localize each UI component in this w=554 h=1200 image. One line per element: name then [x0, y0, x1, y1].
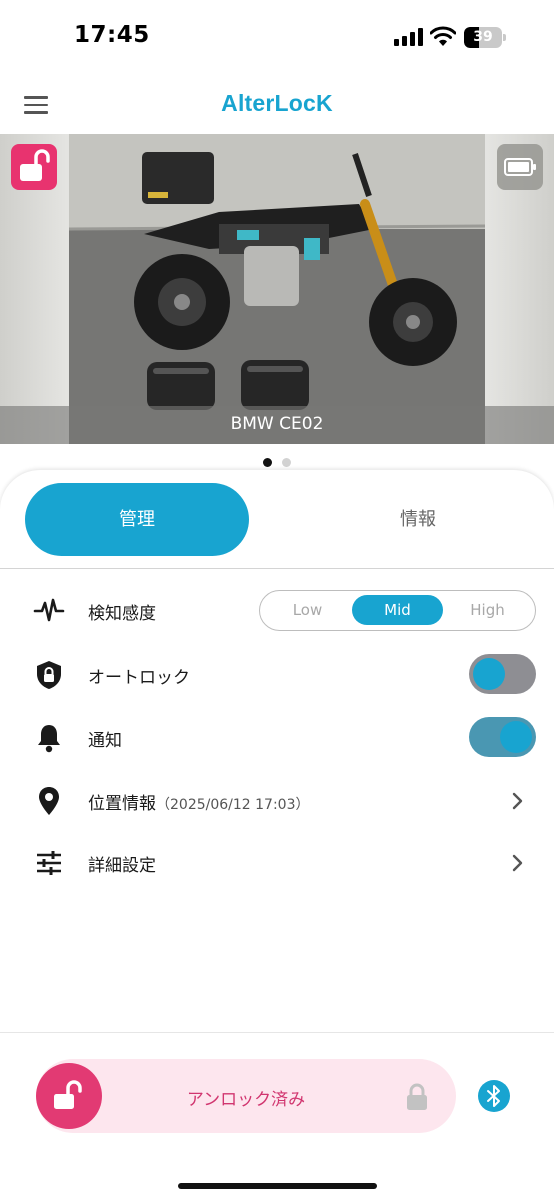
row-advanced-settings[interactable]: 詳細設定: [0, 835, 554, 891]
battery-status-icon: 39: [464, 27, 506, 48]
shield-lock-icon: [33, 659, 65, 691]
notification-toggle[interactable]: [469, 717, 536, 757]
bell-icon: [33, 722, 65, 754]
lock-status-label: アンロック済み: [186, 1090, 306, 1110]
cellular-signal-icon: [394, 28, 424, 46]
vehicle-photo: [69, 134, 485, 444]
sensitivity-label: 検知感度: [88, 604, 156, 624]
home-indicator: [178, 1183, 377, 1189]
divider: [0, 568, 554, 569]
status-bar: 17:45 39: [0, 0, 554, 70]
tab-management[interactable]: 管理: [25, 483, 249, 556]
advanced-settings-label: 詳細設定: [88, 856, 156, 876]
location-title: 位置情報: [88, 794, 156, 814]
row-auto-lock: オートロック: [0, 647, 554, 703]
vehicle-carousel[interactable]: BMW CE02: [0, 134, 554, 444]
row-sensitivity: 検知感度 Low Mid High: [0, 583, 554, 639]
battery-full-icon: [497, 144, 543, 190]
brand-logo: AlterLocK: [221, 90, 333, 116]
battery-percentage: 39: [473, 29, 493, 45]
auto-lock-label: オートロック: [88, 668, 190, 688]
status-time: 17:45: [74, 22, 150, 48]
activity-pulse-icon: [33, 595, 65, 627]
unlocked-padlock-icon[interactable]: [11, 144, 57, 190]
carousel-dot[interactable]: [282, 458, 291, 467]
row-location[interactable]: 位置情報（2025/06/12 17:03）: [0, 773, 554, 829]
sliders-icon: [33, 847, 65, 879]
toggle-knob: [500, 721, 532, 753]
settings-panel: 管理 情報 検知感度 Low Mid High オートロック 通知 位置情報（2…: [0, 470, 554, 1040]
bottom-action-bar: アンロック済み: [0, 1032, 554, 1200]
location-label: 位置情報（2025/06/12 17:03）: [88, 789, 310, 814]
wifi-icon: [429, 25, 457, 47]
bluetooth-icon[interactable]: [478, 1080, 510, 1112]
tab-info[interactable]: 情報: [306, 483, 530, 556]
notification-label: 通知: [88, 731, 122, 751]
padlock-icon: [404, 1083, 430, 1111]
auto-lock-toggle[interactable]: [469, 654, 536, 694]
sensitivity-option-low[interactable]: Low: [262, 595, 353, 625]
sensitivity-option-high[interactable]: High: [442, 595, 533, 625]
chevron-right-icon[interactable]: [510, 791, 526, 811]
vehicle-name: BMW CE02: [230, 414, 324, 434]
location-timestamp: （2025/06/12 17:03）: [156, 797, 310, 813]
app-header: AlterLocK: [0, 70, 554, 134]
chevron-right-icon[interactable]: [510, 853, 526, 873]
row-notification: 通知: [0, 710, 554, 766]
map-pin-icon: [33, 785, 65, 817]
toggle-knob: [473, 658, 505, 690]
carousel-page-indicator[interactable]: [0, 452, 554, 467]
sensitivity-segmented-control: Low Mid High: [259, 590, 536, 631]
lock-slider[interactable]: アンロック済み: [36, 1059, 456, 1133]
sensitivity-option-mid[interactable]: Mid: [352, 595, 443, 625]
carousel-dot[interactable]: [263, 458, 272, 467]
